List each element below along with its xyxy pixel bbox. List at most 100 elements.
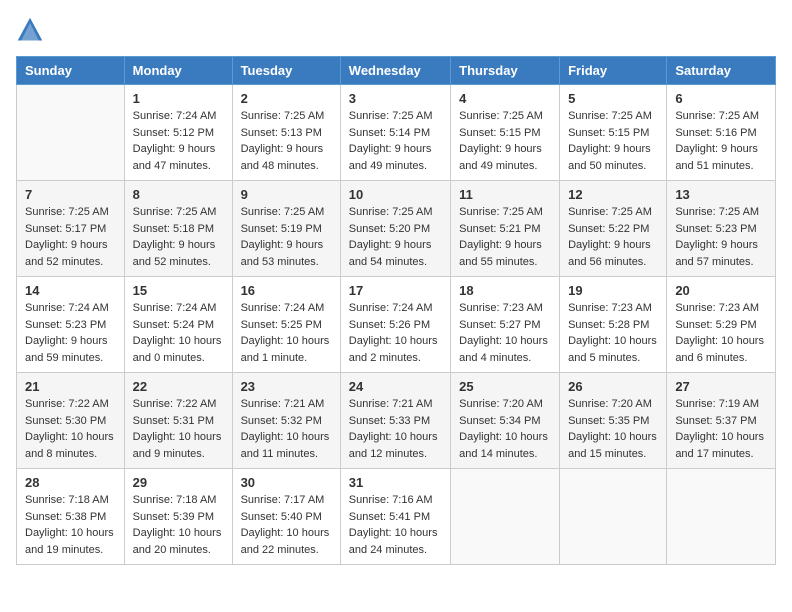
day-info: Sunrise: 7:18 AM Sunset: 5:39 PM Dayligh… <box>133 492 224 558</box>
page-header <box>16 16 776 44</box>
sunrise-text: Sunrise: 7:25 AM <box>133 206 217 218</box>
day-info: Sunrise: 7:24 AM Sunset: 5:12 PM Dayligh… <box>133 108 224 174</box>
sunrise-text: Sunrise: 7:24 AM <box>241 302 325 314</box>
sunrise-text: Sunrise: 7:23 AM <box>459 302 543 314</box>
calendar-day-cell: 11 Sunrise: 7:25 AM Sunset: 5:21 PM Dayl… <box>451 181 560 277</box>
sunrise-text: Sunrise: 7:22 AM <box>25 398 109 410</box>
calendar-day-cell: 10 Sunrise: 7:25 AM Sunset: 5:20 PM Dayl… <box>340 181 450 277</box>
sunrise-text: Sunrise: 7:25 AM <box>568 206 652 218</box>
day-number: 10 <box>349 187 442 202</box>
calendar-day-cell: 24 Sunrise: 7:21 AM Sunset: 5:33 PM Dayl… <box>340 373 450 469</box>
sunset-text: Sunset: 5:12 PM <box>133 127 214 139</box>
day-number: 23 <box>241 379 332 394</box>
sunset-text: Sunset: 5:34 PM <box>459 415 540 427</box>
day-of-week-header: Saturday <box>667 57 776 85</box>
daylight-text: Daylight: 10 hours and 1 minute. <box>241 335 330 364</box>
day-info: Sunrise: 7:21 AM Sunset: 5:33 PM Dayligh… <box>349 396 442 462</box>
daylight-text: Daylight: 10 hours and 12 minutes. <box>349 431 438 460</box>
calendar-week-row: 14 Sunrise: 7:24 AM Sunset: 5:23 PM Dayl… <box>17 277 776 373</box>
day-of-week-header: Wednesday <box>340 57 450 85</box>
calendar-table: SundayMondayTuesdayWednesdayThursdayFrid… <box>16 56 776 565</box>
sunset-text: Sunset: 5:25 PM <box>241 319 322 331</box>
sunrise-text: Sunrise: 7:19 AM <box>675 398 759 410</box>
daylight-text: Daylight: 9 hours and 52 minutes. <box>133 239 216 268</box>
logo-icon <box>16 16 44 44</box>
sunset-text: Sunset: 5:27 PM <box>459 319 540 331</box>
daylight-text: Daylight: 10 hours and 5 minutes. <box>568 335 657 364</box>
daylight-text: Daylight: 9 hours and 49 minutes. <box>349 143 432 172</box>
calendar-day-cell: 31 Sunrise: 7:16 AM Sunset: 5:41 PM Dayl… <box>340 469 450 565</box>
day-number: 8 <box>133 187 224 202</box>
day-info: Sunrise: 7:16 AM Sunset: 5:41 PM Dayligh… <box>349 492 442 558</box>
logo <box>16 16 48 44</box>
sunset-text: Sunset: 5:35 PM <box>568 415 649 427</box>
day-info: Sunrise: 7:25 AM Sunset: 5:18 PM Dayligh… <box>133 204 224 270</box>
day-of-week-header: Friday <box>560 57 667 85</box>
day-number: 30 <box>241 475 332 490</box>
calendar-day-cell <box>560 469 667 565</box>
day-info: Sunrise: 7:18 AM Sunset: 5:38 PM Dayligh… <box>25 492 116 558</box>
calendar-day-cell: 8 Sunrise: 7:25 AM Sunset: 5:18 PM Dayli… <box>124 181 232 277</box>
daylight-text: Daylight: 10 hours and 6 minutes. <box>675 335 764 364</box>
day-info: Sunrise: 7:25 AM Sunset: 5:14 PM Dayligh… <box>349 108 442 174</box>
sunset-text: Sunset: 5:39 PM <box>133 511 214 523</box>
sunset-text: Sunset: 5:18 PM <box>133 223 214 235</box>
sunset-text: Sunset: 5:37 PM <box>675 415 756 427</box>
calendar-day-cell: 14 Sunrise: 7:24 AM Sunset: 5:23 PM Dayl… <box>17 277 125 373</box>
calendar-day-cell: 29 Sunrise: 7:18 AM Sunset: 5:39 PM Dayl… <box>124 469 232 565</box>
calendar-week-row: 7 Sunrise: 7:25 AM Sunset: 5:17 PM Dayli… <box>17 181 776 277</box>
day-number: 2 <box>241 91 332 106</box>
daylight-text: Daylight: 10 hours and 2 minutes. <box>349 335 438 364</box>
day-info: Sunrise: 7:22 AM Sunset: 5:31 PM Dayligh… <box>133 396 224 462</box>
day-number: 13 <box>675 187 767 202</box>
calendar-day-cell: 23 Sunrise: 7:21 AM Sunset: 5:32 PM Dayl… <box>232 373 340 469</box>
sunrise-text: Sunrise: 7:18 AM <box>25 494 109 506</box>
daylight-text: Daylight: 10 hours and 22 minutes. <box>241 527 330 556</box>
sunrise-text: Sunrise: 7:21 AM <box>241 398 325 410</box>
daylight-text: Daylight: 9 hours and 47 minutes. <box>133 143 216 172</box>
sunset-text: Sunset: 5:32 PM <box>241 415 322 427</box>
daylight-text: Daylight: 10 hours and 8 minutes. <box>25 431 114 460</box>
sunrise-text: Sunrise: 7:25 AM <box>349 206 433 218</box>
daylight-text: Daylight: 10 hours and 4 minutes. <box>459 335 548 364</box>
sunset-text: Sunset: 5:28 PM <box>568 319 649 331</box>
day-info: Sunrise: 7:25 AM Sunset: 5:13 PM Dayligh… <box>241 108 332 174</box>
day-number: 28 <box>25 475 116 490</box>
daylight-text: Daylight: 9 hours and 48 minutes. <box>241 143 324 172</box>
calendar-day-cell: 4 Sunrise: 7:25 AM Sunset: 5:15 PM Dayli… <box>451 85 560 181</box>
day-info: Sunrise: 7:19 AM Sunset: 5:37 PM Dayligh… <box>675 396 767 462</box>
calendar-day-cell: 25 Sunrise: 7:20 AM Sunset: 5:34 PM Dayl… <box>451 373 560 469</box>
day-number: 6 <box>675 91 767 106</box>
calendar-header-row: SundayMondayTuesdayWednesdayThursdayFrid… <box>17 57 776 85</box>
calendar-week-row: 21 Sunrise: 7:22 AM Sunset: 5:30 PM Dayl… <box>17 373 776 469</box>
sunset-text: Sunset: 5:22 PM <box>568 223 649 235</box>
sunset-text: Sunset: 5:41 PM <box>349 511 430 523</box>
daylight-text: Daylight: 10 hours and 17 minutes. <box>675 431 764 460</box>
daylight-text: Daylight: 9 hours and 53 minutes. <box>241 239 324 268</box>
calendar-day-cell <box>667 469 776 565</box>
day-info: Sunrise: 7:25 AM Sunset: 5:23 PM Dayligh… <box>675 204 767 270</box>
day-info: Sunrise: 7:25 AM Sunset: 5:16 PM Dayligh… <box>675 108 767 174</box>
day-info: Sunrise: 7:25 AM Sunset: 5:15 PM Dayligh… <box>459 108 551 174</box>
sunrise-text: Sunrise: 7:17 AM <box>241 494 325 506</box>
daylight-text: Daylight: 9 hours and 51 minutes. <box>675 143 758 172</box>
calendar-day-cell: 12 Sunrise: 7:25 AM Sunset: 5:22 PM Dayl… <box>560 181 667 277</box>
sunset-text: Sunset: 5:16 PM <box>675 127 756 139</box>
daylight-text: Daylight: 10 hours and 0 minutes. <box>133 335 222 364</box>
daylight-text: Daylight: 10 hours and 19 minutes. <box>25 527 114 556</box>
sunrise-text: Sunrise: 7:24 AM <box>133 302 217 314</box>
daylight-text: Daylight: 10 hours and 20 minutes. <box>133 527 222 556</box>
sunset-text: Sunset: 5:15 PM <box>459 127 540 139</box>
calendar-week-row: 28 Sunrise: 7:18 AM Sunset: 5:38 PM Dayl… <box>17 469 776 565</box>
daylight-text: Daylight: 9 hours and 59 minutes. <box>25 335 108 364</box>
sunset-text: Sunset: 5:15 PM <box>568 127 649 139</box>
sunset-text: Sunset: 5:23 PM <box>25 319 106 331</box>
day-number: 20 <box>675 283 767 298</box>
calendar-week-row: 1 Sunrise: 7:24 AM Sunset: 5:12 PM Dayli… <box>17 85 776 181</box>
day-number: 22 <box>133 379 224 394</box>
day-info: Sunrise: 7:25 AM Sunset: 5:19 PM Dayligh… <box>241 204 332 270</box>
sunrise-text: Sunrise: 7:25 AM <box>568 110 652 122</box>
day-info: Sunrise: 7:20 AM Sunset: 5:35 PM Dayligh… <box>568 396 658 462</box>
sunset-text: Sunset: 5:30 PM <box>25 415 106 427</box>
calendar-day-cell: 21 Sunrise: 7:22 AM Sunset: 5:30 PM Dayl… <box>17 373 125 469</box>
